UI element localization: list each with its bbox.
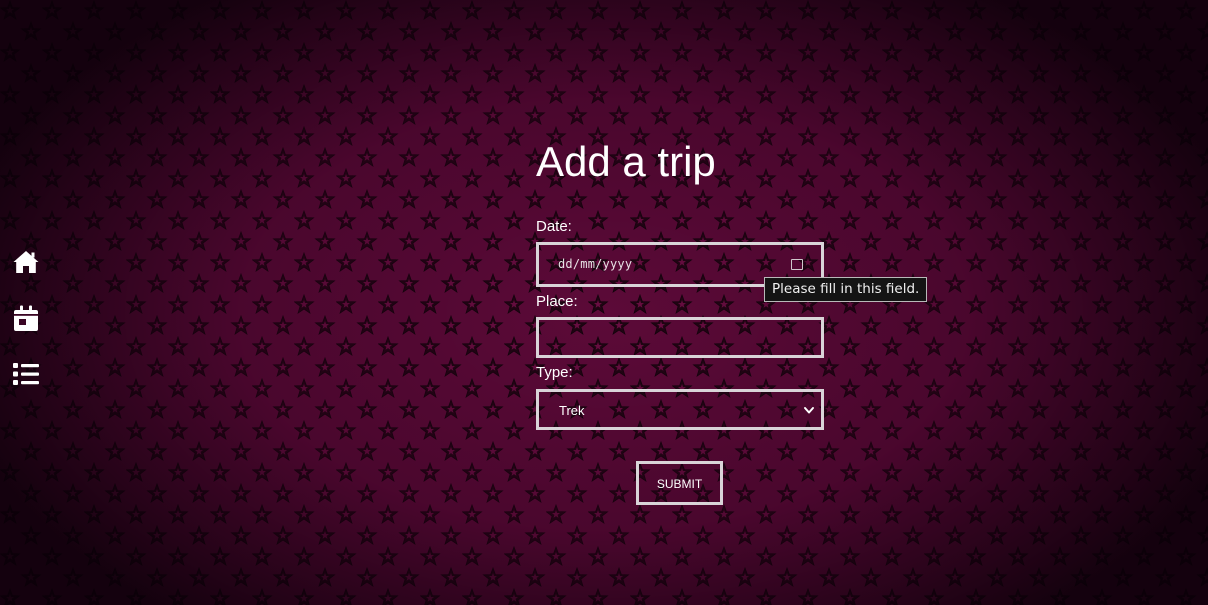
home-icon[interactable] — [12, 248, 40, 276]
page-title: Add a trip — [536, 138, 716, 185]
calendar-picker-icon[interactable] — [791, 259, 803, 270]
place-label: Place: — [536, 293, 578, 310]
chevron-down-icon — [804, 407, 814, 414]
star-pattern-background — [0, 0, 1208, 605]
type-label: Type: — [536, 364, 573, 381]
submit-button[interactable]: SUBMIT — [636, 461, 723, 505]
add-trip-form: Add a trip Date: dd/mm/yyyy Place: Type:… — [536, 138, 836, 505]
type-select[interactable]: Trek — [536, 389, 824, 430]
validation-tooltip: Please fill in this field. — [764, 277, 928, 302]
calendar-icon[interactable] — [12, 304, 40, 332]
place-input[interactable] — [536, 317, 824, 358]
date-label: Date: — [536, 218, 572, 235]
list-icon[interactable] — [12, 360, 40, 388]
type-select-value: Trek — [559, 403, 585, 418]
date-placeholder: dd/mm/yyyy — [558, 257, 633, 271]
